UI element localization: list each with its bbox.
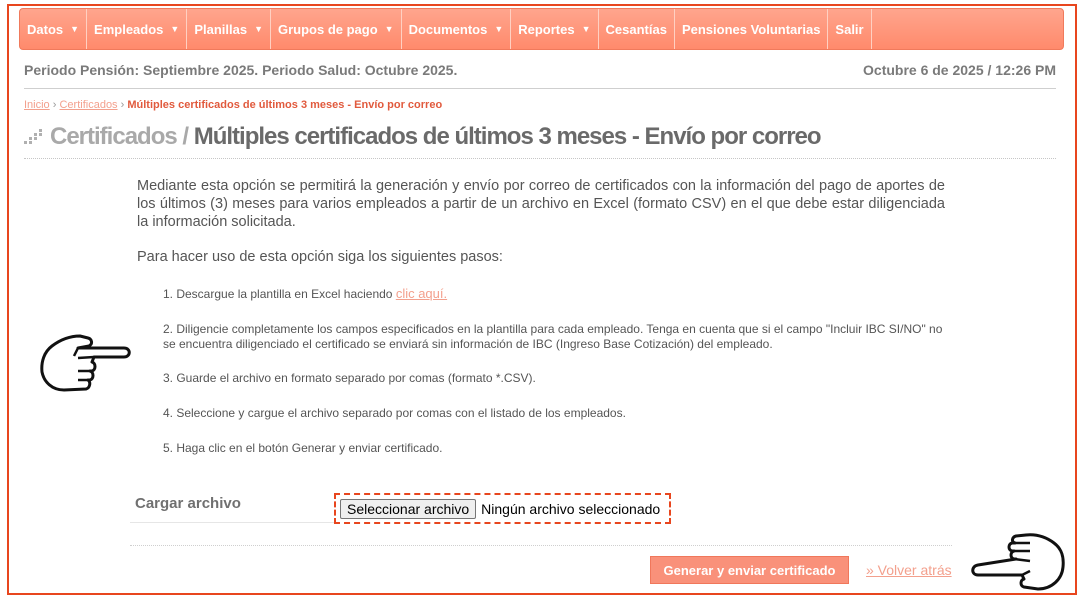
nav-item-label: Datos <box>27 21 64 37</box>
select-file-button[interactable]: Seleccionar archivo <box>340 498 477 519</box>
nav-item-reportes[interactable]: Reportes ▼ <box>511 9 599 49</box>
divider <box>24 88 1056 89</box>
nav-item-label: Reportes <box>518 21 575 37</box>
nav-item-documentos[interactable]: Documentos ▼ <box>402 9 512 49</box>
step-item: 2. Diligencie completamente los campos e… <box>163 322 943 351</box>
steps-lead: Para hacer uso de esta opción siga los s… <box>137 249 503 265</box>
caret-down-icon: ▼ <box>170 24 180 34</box>
period-info: Periodo Pensión: Septiembre 2025. Period… <box>24 62 458 78</box>
divider <box>130 522 335 523</box>
page-title-section: Certificados / <box>50 123 189 150</box>
intro-paragraph: Mediante esta opción se permitirá la gen… <box>137 178 945 230</box>
caret-down-icon: ▼ <box>70 24 80 34</box>
generate-send-button[interactable]: Generar y enviar certificado <box>650 556 849 584</box>
breadcrumb-separator: › <box>52 99 57 111</box>
dots-icon <box>24 129 46 145</box>
divider <box>130 545 952 546</box>
nav-item-planillas[interactable]: Planillas ▼ <box>187 9 271 49</box>
upload-label: Cargar archivo <box>135 495 241 512</box>
page-title: Certificados / Múltiples certificados de… <box>24 123 822 151</box>
nav-item-label: Salir <box>835 21 864 37</box>
pointing-hand-right-icon <box>40 334 131 392</box>
divider <box>24 158 1056 159</box>
nav-item-label: Empleados <box>94 21 164 37</box>
caret-down-icon: ▼ <box>384 24 394 34</box>
nav-item-label: Grupos de pago <box>278 21 378 37</box>
pointing-hand-left-icon <box>971 533 1065 591</box>
download-template-link[interactable]: clic aquí. <box>396 286 447 301</box>
nav-item-pensiones-voluntarias[interactable]: Pensiones Voluntarias <box>675 9 829 49</box>
nav-item-empleados[interactable]: Empleados ▼ <box>87 9 188 49</box>
nav-item-label: Documentos <box>408 21 488 37</box>
caret-down-icon: ▼ <box>494 24 504 34</box>
nav-item-datos[interactable]: Datos ▼ <box>20 9 88 49</box>
nav-item-salir[interactable]: Salir <box>828 9 872 49</box>
step-text: 1. Descargue la plantilla en Excel hacie… <box>163 287 396 301</box>
main-nav: Datos ▼ Empleados ▼ Planillas ▼ Grupos d… <box>19 8 1064 50</box>
caret-down-icon: ▼ <box>254 24 263 34</box>
breadcrumb-section-link[interactable]: Certificados <box>59 99 117 111</box>
page-title-main: Múltiples certificados de últimos 3 mese… <box>193 123 822 150</box>
nav-item-label: Pensiones Voluntarias <box>681 21 821 37</box>
nav-item-label: Planillas <box>194 21 248 37</box>
file-status: Ningún archivo seleccionado <box>481 500 661 517</box>
back-link[interactable]: » Volver atrás <box>866 562 952 578</box>
step-item: 1. Descargue la plantilla en Excel hacie… <box>163 286 953 302</box>
file-input[interactable]: Seleccionar archivo Ningún archivo selec… <box>334 493 671 524</box>
step-item: 5. Haga clic en el botón Generar y envia… <box>163 441 443 455</box>
nav-item-grupos-de-pago[interactable]: Grupos de pago ▼ <box>271 9 402 49</box>
step-item: 4. Seleccione y cargue el archivo separa… <box>163 406 626 420</box>
caret-down-icon: ▼ <box>581 24 591 34</box>
nav-item-label: Cesantías <box>605 21 667 37</box>
nav-item-cesantias[interactable]: Cesantías <box>599 9 675 49</box>
breadcrumb-current: Múltiples certificados de últimos 3 mese… <box>127 99 443 111</box>
current-datetime: Octubre 6 de 2025 / 12:26 PM <box>863 62 1056 78</box>
breadcrumb-home-link[interactable]: Inicio <box>24 99 50 111</box>
breadcrumb-separator: › <box>120 99 125 111</box>
step-item: 3. Guarde el archivo en formato separado… <box>163 371 536 385</box>
breadcrumb: Inicio › Certificados › Múltiples certif… <box>24 99 442 111</box>
